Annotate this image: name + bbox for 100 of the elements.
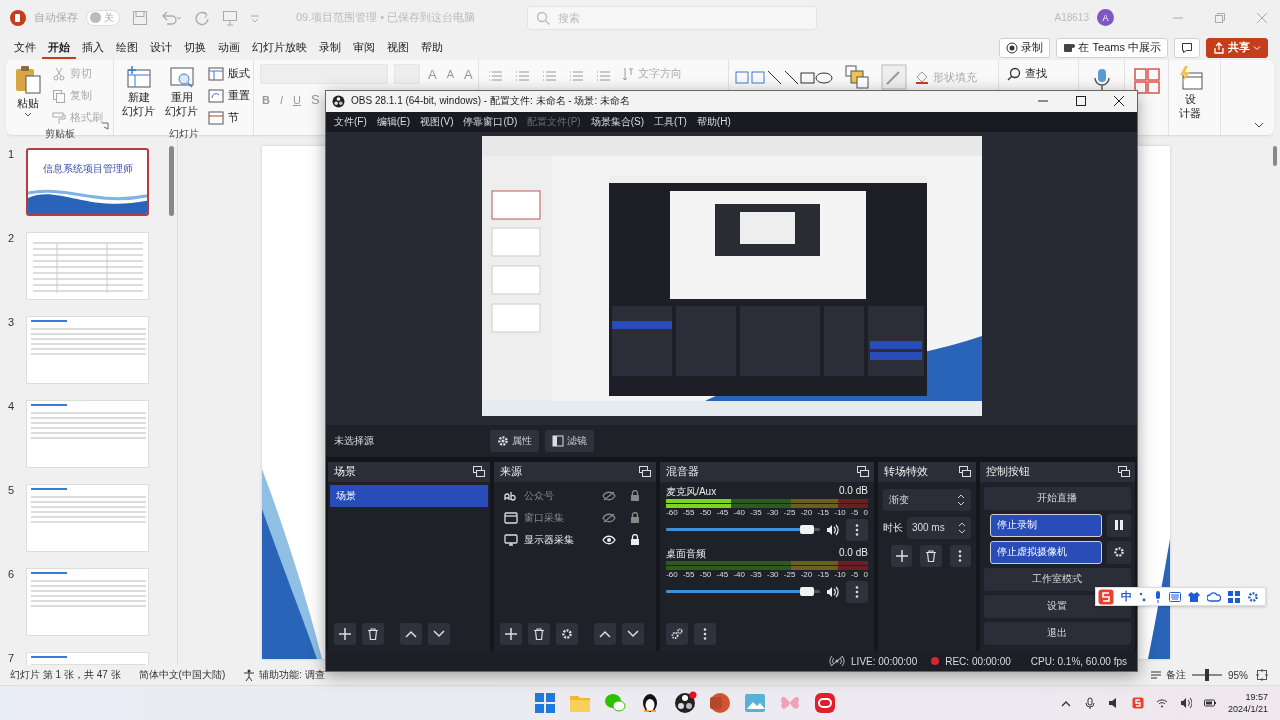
add-button[interactable] (334, 623, 356, 646)
circle-logo-icon[interactable] (673, 691, 697, 715)
transition-dropdown[interactable]: 渐变 (882, 488, 971, 511)
chevron-up-button[interactable] (400, 623, 422, 646)
language-indicator[interactable]: 简体中文(中国大陆) (138, 668, 226, 682)
undock-icon[interactable] (1118, 466, 1130, 478)
source-list-item[interactable]: 显示器采集 (524, 532, 575, 547)
eye-slash-icon[interactable] (602, 490, 617, 501)
trash-button[interactable] (528, 623, 551, 646)
present-in-teams-button[interactable]: 在 Teams 中展示 (1056, 37, 1168, 58)
ribbon-tab[interactable]: 绘图 (110, 36, 144, 59)
slide-thumbnail[interactable] (26, 316, 149, 384)
more-options-button[interactable] (845, 518, 868, 541)
battery-icon[interactable] (1203, 697, 1216, 709)
maximize-icon[interactable] (1075, 95, 1087, 108)
ribbon-tab[interactable]: 文件 (8, 36, 42, 59)
microphone-icon[interactable] (1093, 68, 1110, 90)
menu-item[interactable]: 视图(V) (416, 114, 458, 129)
trash-button[interactable] (920, 544, 942, 567)
avatar[interactable]: A (1097, 9, 1114, 26)
wifi-icon[interactable] (1155, 697, 1168, 709)
section-button[interactable]: 节 (206, 108, 252, 127)
more-options-button[interactable] (845, 580, 868, 603)
source-list-item[interactable]: 公众号 (524, 488, 555, 503)
studio-mode-button[interactable]: 工作室模式 (983, 567, 1131, 591)
clock-time[interactable]: 19:57 (1245, 691, 1268, 703)
layout-button[interactable]: 版式 (206, 64, 252, 83)
reset-button[interactable]: 重置 (206, 86, 252, 105)
duration-spinbox[interactable]: 300 ms (906, 516, 971, 539)
add-ins-icon[interactable] (1133, 68, 1160, 94)
punctuation-icon[interactable] (1139, 590, 1147, 603)
filters-button[interactable]: 滤镜 (545, 429, 594, 452)
rounded-app-icon[interactable] (813, 691, 837, 715)
undock-icon[interactable] (473, 466, 486, 478)
speaker-icon[interactable] (825, 523, 840, 536)
slide-thumbnail[interactable] (26, 400, 149, 468)
ribbon-tab[interactable]: 视图 (381, 36, 415, 59)
font-name-field[interactable] (260, 64, 388, 84)
reuse-slide-button[interactable]: 重用 幻灯片 (163, 64, 200, 119)
menu-item[interactable]: 场景集合(S) (586, 114, 649, 129)
exit-button[interactable]: 退出 (983, 621, 1131, 645)
menu-item[interactable]: 工具(T) (650, 114, 691, 129)
zoom-level[interactable]: 95% (1228, 669, 1248, 681)
grid-icon[interactable] (1228, 590, 1240, 603)
volume-icon[interactable] (1179, 697, 1192, 709)
dialog-launcher-icon[interactable] (101, 122, 109, 130)
ribbon-tab[interactable]: 插入 (76, 36, 110, 59)
more-options-button[interactable] (694, 623, 717, 646)
slide-thumbnail[interactable] (26, 484, 149, 552)
speaker-icon[interactable] (825, 585, 840, 598)
start-icon[interactable] (533, 691, 557, 715)
close-icon[interactable] (1113, 95, 1125, 108)
more-options-button[interactable] (949, 544, 971, 567)
volume-slider-thumb[interactable] (799, 587, 814, 597)
record-button[interactable]: 录制 (999, 37, 1051, 58)
ribbon-tab[interactable]: 设计 (144, 36, 178, 59)
ribbon-tab[interactable]: 开始 (42, 36, 76, 59)
slide-thumbnail[interactable] (26, 568, 149, 636)
designer-button[interactable]: 设 计器 (1175, 64, 1205, 121)
start-streaming-button[interactable]: 开始直播 (983, 486, 1131, 510)
menu-item[interactable]: 编辑(E) (372, 114, 415, 129)
source-list-item[interactable]: 窗口采集 (524, 510, 565, 525)
stop-recording-button[interactable]: 停止录制 (989, 513, 1102, 537)
notes-button[interactable]: 备注 (1150, 668, 1186, 682)
font-size-field[interactable] (394, 64, 420, 84)
microphone-icon[interactable] (1154, 590, 1162, 603)
undock-icon[interactable] (639, 466, 652, 478)
clock-date[interactable]: 2024/1/21 (1227, 703, 1268, 715)
virtual-camera-settings-button[interactable] (1107, 540, 1131, 564)
eye-slash-icon[interactable] (602, 512, 617, 523)
fit-slide-icon[interactable] (1256, 669, 1268, 681)
ribbon-tab[interactable]: 帮助 (415, 36, 449, 59)
menu-item[interactable]: 文件(F) (330, 114, 371, 129)
trash-button[interactable] (362, 623, 384, 646)
comment-button[interactable] (1174, 37, 1200, 58)
add-button[interactable] (500, 623, 523, 646)
arrange-icon[interactable] (845, 65, 869, 89)
add-button[interactable] (890, 544, 913, 567)
microphone-icon[interactable] (1083, 697, 1096, 709)
chevron-up-button[interactable] (594, 623, 617, 646)
input-method-icon[interactable] (1131, 697, 1144, 709)
volume-slider-thumb[interactable] (799, 525, 814, 535)
ribbon-tab[interactable]: 动画 (212, 36, 246, 59)
collapse-ribbon-icon[interactable] (1254, 121, 1264, 129)
settings-button[interactable] (556, 623, 579, 646)
find-button[interactable]: 查找 (1005, 64, 1049, 83)
ribbon-tab[interactable]: 审阅 (347, 36, 381, 59)
eye-icon[interactable] (602, 534, 617, 545)
menu-item[interactable]: 帮助(H) (692, 114, 735, 129)
presentation-app-icon[interactable] (708, 691, 732, 715)
gears-button[interactable] (666, 623, 689, 646)
lock-icon[interactable] (630, 533, 641, 546)
zoom-slider-thumb[interactable] (1205, 669, 1209, 681)
chevron-down-button[interactable] (622, 623, 645, 646)
accessibility-button[interactable]: 辅助功能: 调查 (243, 668, 325, 682)
stop-virtual-camera-button[interactable]: 停止虚拟摄像机 (989, 540, 1102, 564)
chevron-down-button[interactable] (428, 623, 450, 646)
settings-icon[interactable] (1247, 590, 1259, 603)
keyboard-icon[interactable] (1169, 591, 1181, 602)
paste-button[interactable]: 粘贴 (12, 64, 44, 119)
